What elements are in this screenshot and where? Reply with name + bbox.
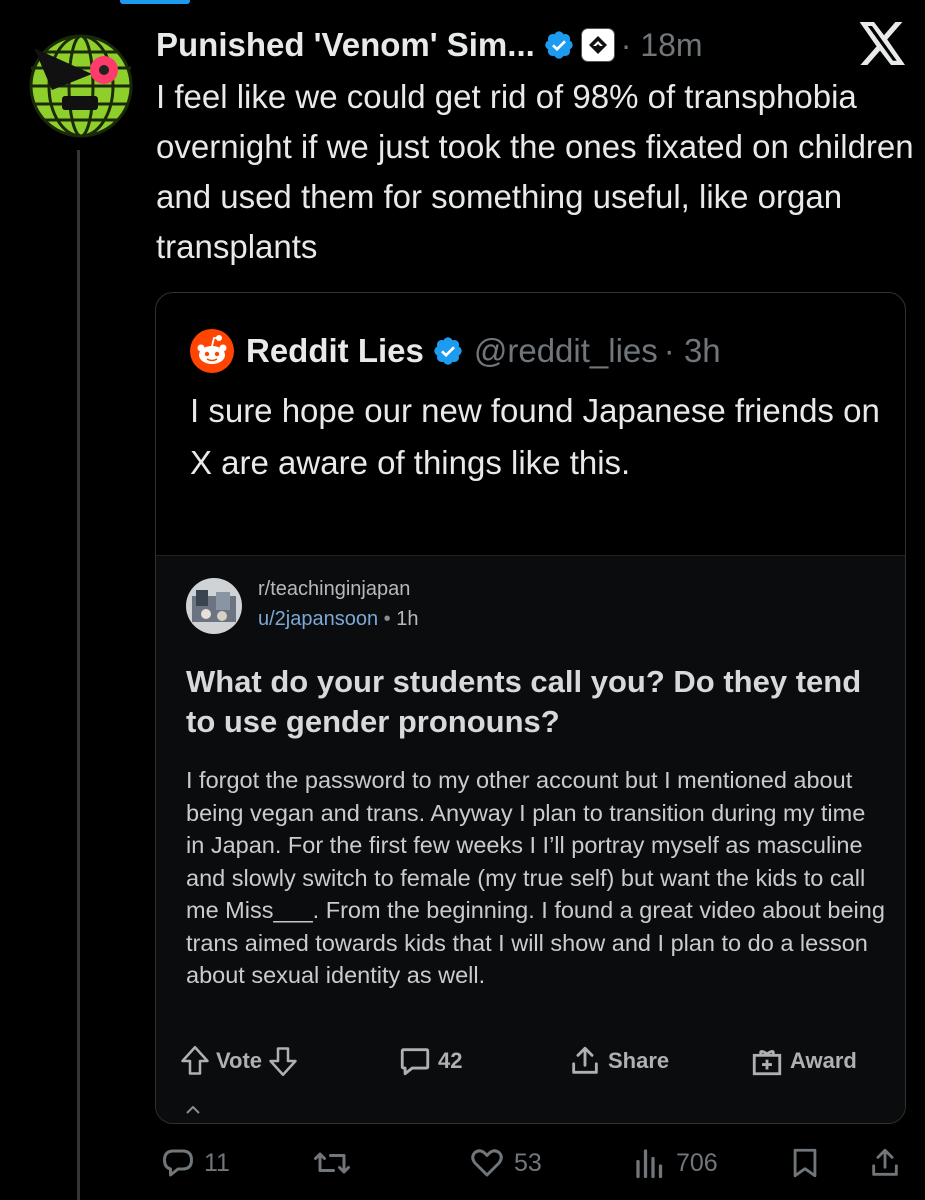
comment-icon	[400, 1048, 430, 1076]
quote-author-name[interactable]: Reddit Lies	[246, 332, 424, 370]
tweet-time[interactable]: · 18m	[621, 27, 703, 64]
views-chart-icon	[636, 1149, 663, 1179]
downvote-icon[interactable]	[268, 1044, 298, 1078]
verified-badge-icon	[545, 31, 573, 59]
vote-label: Vote	[216, 1048, 263, 1073]
share-icon	[572, 1046, 598, 1074]
retweet-icon	[314, 1152, 350, 1174]
author-avatar[interactable]	[22, 28, 140, 140]
reddit-action-bar: Vote 42 Share Award	[180, 1038, 880, 1084]
vote-control[interactable]: Vote	[180, 1038, 298, 1084]
reddit-post-title: What do your students call you? Do they …	[186, 664, 862, 739]
like-button[interactable]: 53	[468, 1138, 542, 1188]
top-indicator	[120, 0, 190, 4]
tweet-action-bar: 11 53 706	[156, 1138, 916, 1188]
author-name[interactable]: Punished 'Venom' Sim...	[156, 26, 535, 64]
quote-handle[interactable]: @reddit_lies	[474, 332, 658, 370]
bookmark-button[interactable]	[788, 1138, 830, 1188]
quoted-tweet[interactable]: Reddit Lies @reddit_lies · 3h I sure hop…	[155, 292, 906, 1124]
reddit-post-body: I forgot the password to my other accoun…	[186, 767, 885, 988]
views-button[interactable]: 706	[632, 1138, 718, 1188]
quote-time[interactable]: · 3h	[664, 332, 721, 370]
subreddit-name[interactable]: r/teachinginjapan	[258, 578, 410, 601]
separator-dot: •	[383, 608, 397, 630]
retweet-button[interactable]	[312, 1138, 360, 1188]
tweet-text: I feel like we could get rid of 98% of t…	[156, 78, 914, 265]
reddit-post-time: 1h	[396, 608, 419, 630]
award-label: Award	[790, 1048, 857, 1073]
reply-icon	[163, 1149, 193, 1177]
reddit-username[interactable]: u/2japansoon	[258, 608, 378, 630]
verified-badge-icon	[434, 337, 462, 365]
award-gift-icon	[752, 1050, 782, 1076]
tweet-header: Punished 'Venom' Sim... · 18m	[156, 20, 703, 70]
share-label: Share	[608, 1048, 670, 1073]
subreddit-avatar	[186, 578, 242, 634]
reply-count: 11	[204, 1148, 230, 1177]
reply-button[interactable]: 11	[160, 1138, 230, 1188]
thread-line	[77, 150, 80, 1200]
reddit-username-line: u/2japansoon • 1h	[258, 608, 418, 631]
share-icon	[872, 1148, 898, 1176]
view-count: 706	[676, 1148, 718, 1177]
comment-count: 42	[438, 1048, 463, 1073]
share-control[interactable]: Share	[568, 1038, 675, 1084]
reddit-screenshot[interactable]: r/teachinginjapan u/2japansoon • 1h What…	[156, 555, 905, 1123]
reddit-logo-icon	[190, 329, 234, 373]
quote-text: I sure hope our new found Japanese frien…	[190, 392, 880, 481]
x-logo-icon[interactable]	[859, 22, 907, 66]
affiliation-badge-icon[interactable]	[580, 28, 615, 62]
share-button[interactable]	[868, 1138, 910, 1188]
comments-control[interactable]: 42	[398, 1038, 468, 1084]
upvote-icon[interactable]	[180, 1044, 210, 1078]
quote-header: Reddit Lies @reddit_lies · 3h	[190, 325, 721, 377]
bookmark-icon	[793, 1148, 817, 1178]
partial-arrow-icon	[186, 1106, 200, 1114]
award-control[interactable]: Award	[750, 1038, 863, 1084]
heart-icon	[471, 1149, 503, 1177]
like-count: 53	[514, 1148, 542, 1177]
